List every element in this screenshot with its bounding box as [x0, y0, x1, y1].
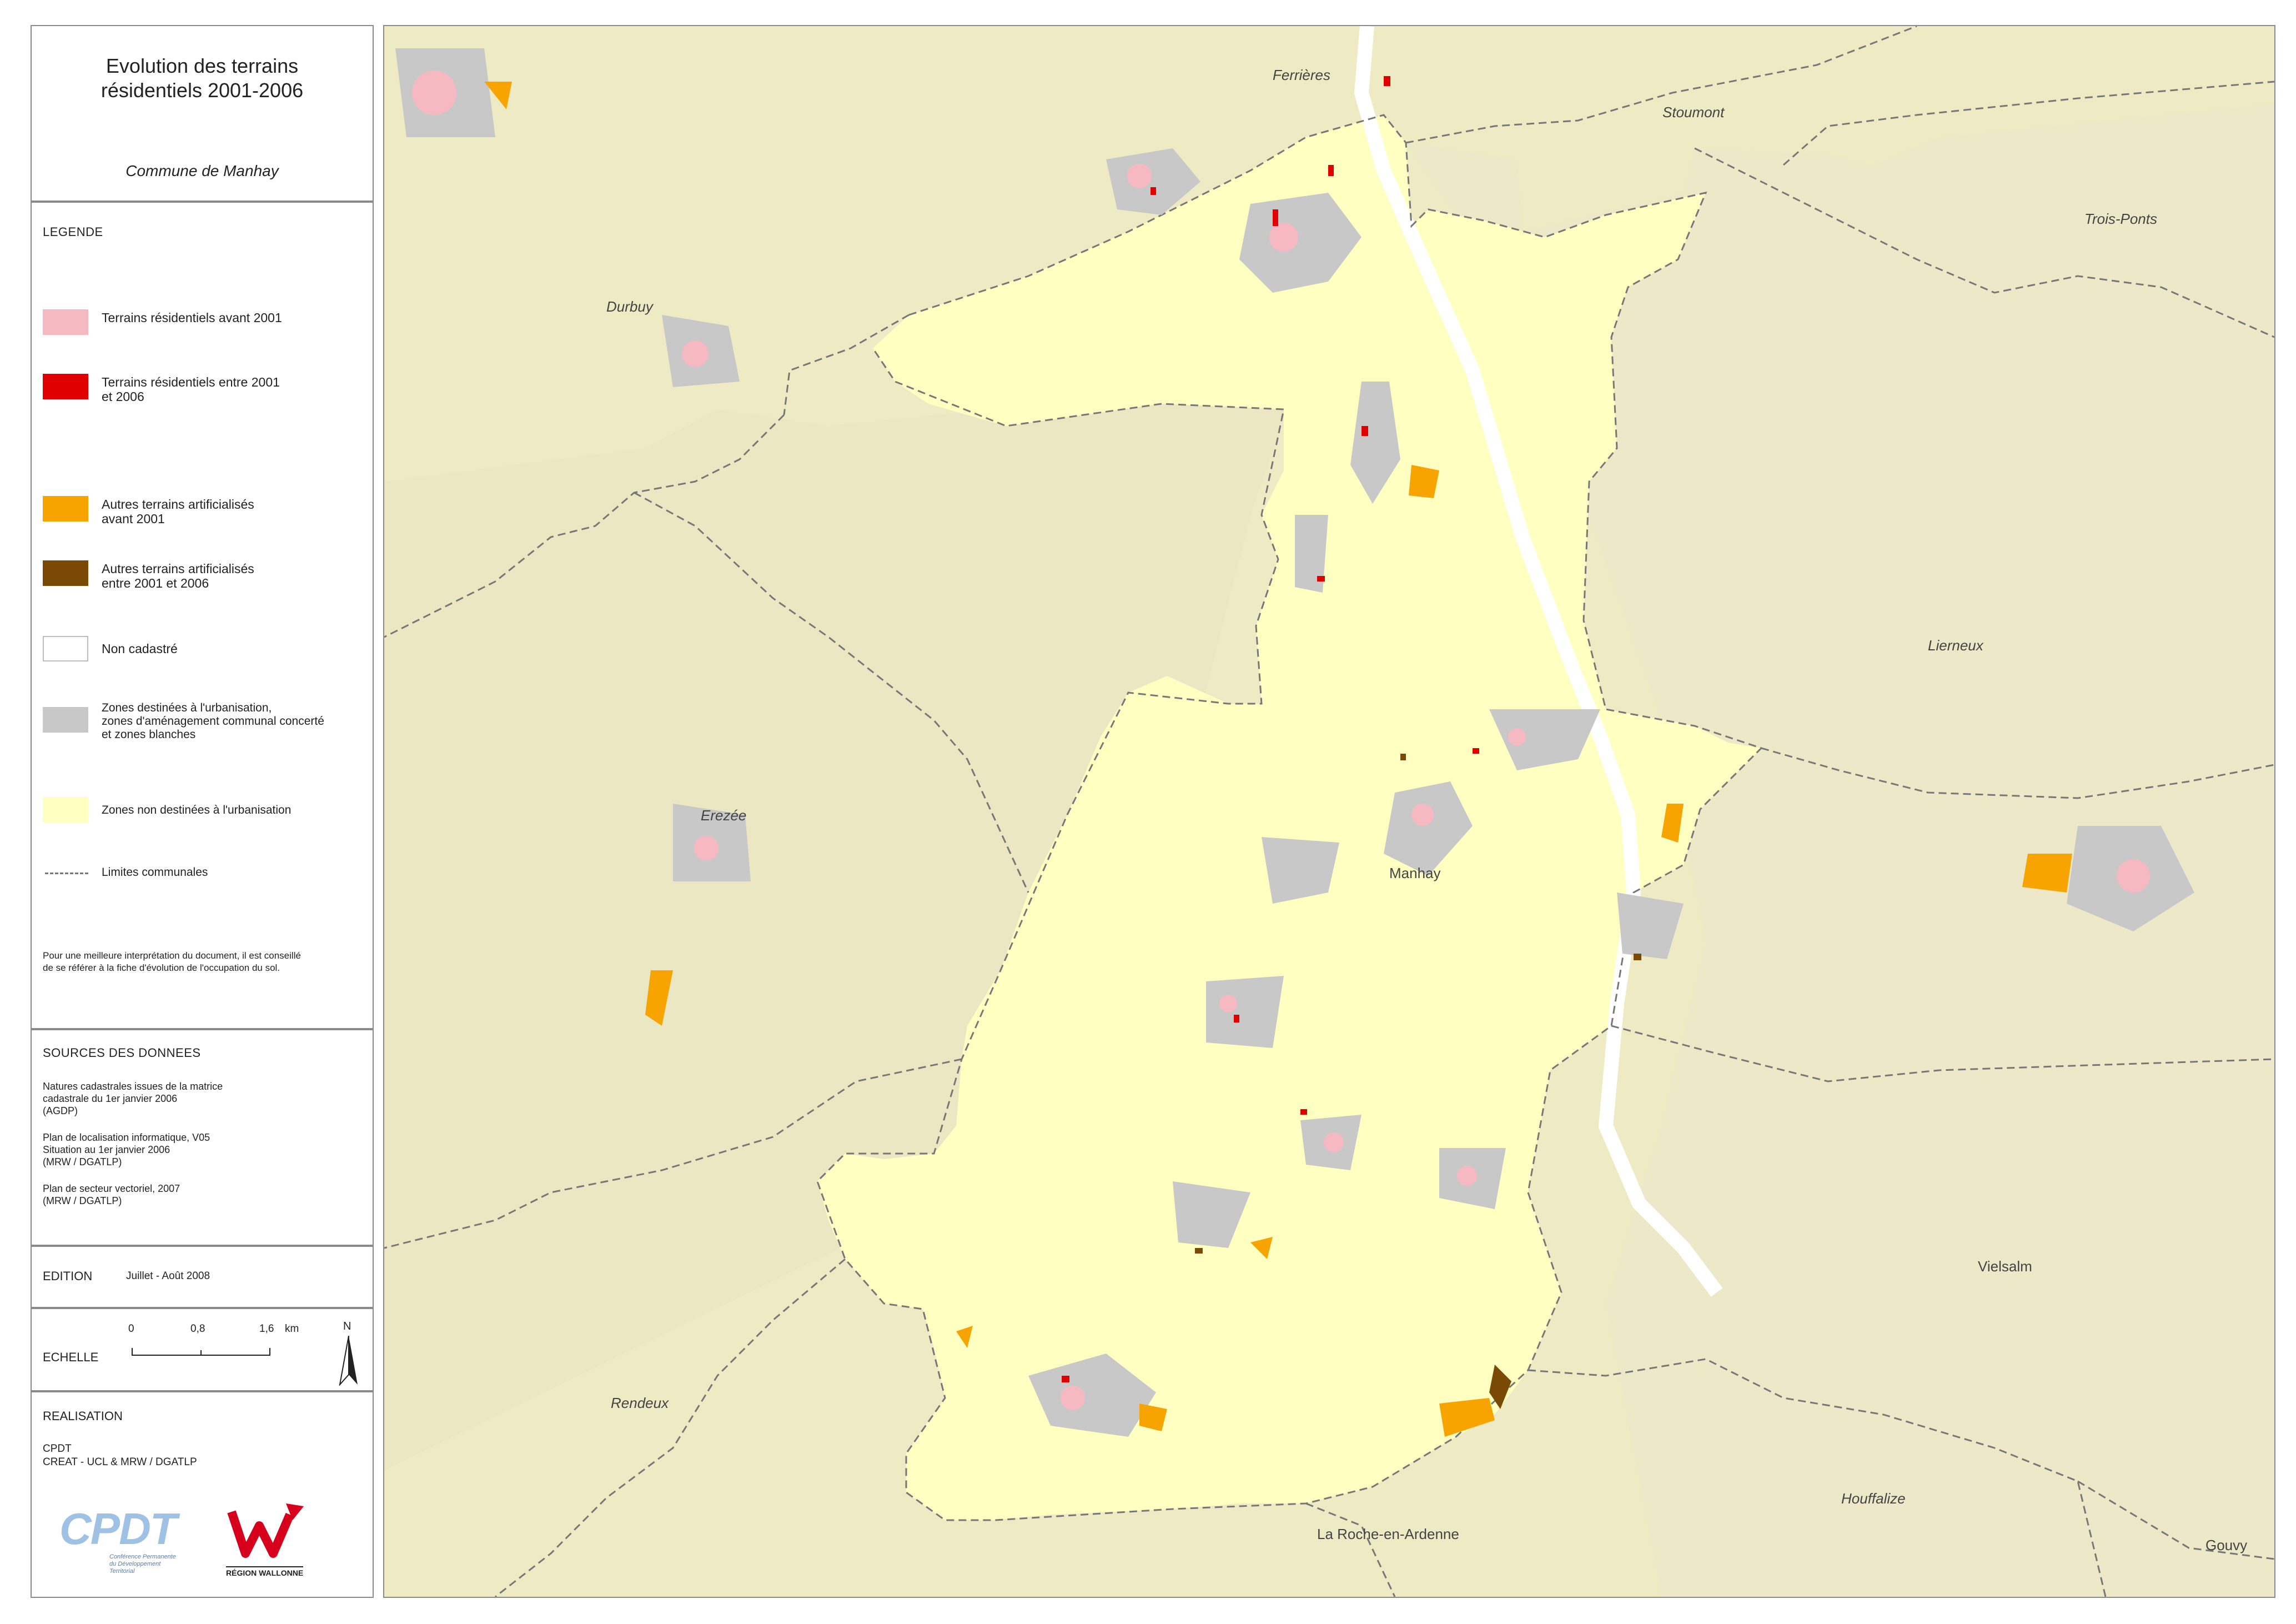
north-arrow-icon: N	[334, 1320, 362, 1387]
place-stoumont: Stoumont	[1662, 104, 1725, 121]
legend-item-other-before: Autres terrains artificialisés avant 200…	[43, 496, 370, 529]
swatch-resid-before	[43, 309, 88, 335]
map-frame[interactable]: Ferrières Stoumont Trois-Ponts Durbuy Li…	[383, 25, 2275, 1598]
place-manhay: Manhay	[1389, 865, 1441, 881]
map-title-line2: résidentiels 2001-2006	[101, 79, 304, 102]
legend-box: LEGENDE Terrains résidentiels avant 2001…	[31, 202, 374, 1029]
scale-bar	[132, 1348, 270, 1356]
legend-item-resid-before: Terrains résidentiels avant 2001	[43, 309, 370, 343]
place-ferrieres: Ferrières	[1273, 67, 1331, 83]
scale-label: ECHELLE	[43, 1350, 99, 1364]
sources-box: SOURCES DES DONNEES Natures cadastrales …	[31, 1029, 374, 1246]
commune-name: Commune de Manhay	[125, 162, 279, 179]
place-gouvy: Gouvy	[2205, 1537, 2248, 1553]
scale-tick-1: 0,8	[190, 1323, 205, 1335]
scale-tick-2: 1,6	[259, 1323, 274, 1335]
source-block: Natures cadastrales issues de la matrice…	[43, 1081, 223, 1116]
cpdt-logo: CPDT Conférence Permanente du Développem…	[59, 1504, 177, 1575]
source-block: Plan de localisation informatique, V05 S…	[43, 1132, 210, 1167]
swatch-other-before	[43, 496, 88, 522]
place-trois-ponts: Trois-Ponts	[2084, 210, 2157, 227]
scale-box: ECHELLE 0 0,8 1,6 km N	[31, 1308, 374, 1391]
legend-label: Terrains résidentiels avant 2001	[102, 310, 282, 325]
legend-item-resid-new: Terrains résidentiels entre 2001 et 2006	[43, 374, 370, 407]
legend-item-non-urban-zone: Zones non destinées à l'urbanisation	[43, 797, 370, 830]
legend-label: Zones non destinées à l'urbanisation	[102, 804, 292, 816]
map-title-line1: Evolution des terrains	[105, 54, 299, 77]
legend-label: Limites communales	[102, 866, 208, 879]
swatch-other-new	[43, 560, 88, 586]
legend-item-non-cadastre: Non cadastré	[43, 636, 370, 669]
place-lierneux: Lierneux	[1928, 637, 1983, 654]
edition-value: Juillet - Août 2008	[126, 1270, 210, 1282]
legend-note: Pour une meilleure interprétation du doc…	[43, 950, 301, 973]
region-wallonne-logo: RÉGION WALLONNE	[220, 1501, 315, 1584]
scale-unit: km	[285, 1323, 299, 1335]
legend-header: LEGENDE	[43, 225, 103, 239]
source-block: Plan de secteur vectoriel, 2007 (MRW / D…	[43, 1183, 180, 1206]
place-houffalize: Houffalize	[1841, 1490, 1906, 1507]
place-la-roche-en-ardenne: La Roche-en-Ardenne	[1317, 1526, 1459, 1542]
legend-label: Autres terrains artificialisés entre 200…	[102, 562, 254, 590]
legend-label: Autres terrains artificialisés avant 200…	[102, 497, 254, 526]
swatch-boundary	[45, 873, 88, 874]
sources-header: SOURCES DES DONNEES	[43, 1046, 201, 1060]
legend-label: Zones destinées à l'urbanisation, zones …	[102, 701, 324, 741]
swatch-non-urban-zone	[43, 797, 88, 823]
place-vielsalm: Vielsalm	[1978, 1258, 2032, 1275]
place-erezee: Erezée	[701, 807, 747, 824]
realisation-box: REALISATION CPDT CREAT - UCL & MRW / DGA…	[31, 1391, 374, 1598]
edition-box: EDITION Juillet - Août 2008	[31, 1246, 374, 1308]
legend-item-other-new: Autres terrains artificialisés entre 200…	[43, 560, 370, 594]
scale-tick-0: 0	[128, 1323, 134, 1335]
legend-label: Non cadastré	[102, 641, 178, 656]
realisation-label: REALISATION	[43, 1409, 123, 1423]
swatch-non-cadastre	[43, 636, 88, 661]
map-title: Evolution des terrains résidentiels 2001…	[32, 54, 373, 103]
place-durbuy: Durbuy	[606, 298, 653, 315]
realisation-line1: CPDT	[43, 1443, 72, 1455]
edition-label: EDITION	[43, 1269, 93, 1283]
legend-item-boundary: Limites communales	[43, 860, 370, 894]
title-box: Evolution des terrains résidentiels 2001…	[31, 25, 374, 202]
place-rendeux: Rendeux	[611, 1395, 669, 1411]
swatch-resid-new	[43, 374, 88, 399]
realisation-line2: CREAT - UCL & MRW / DGATLP	[43, 1456, 197, 1468]
swatch-urban-zone	[43, 707, 88, 733]
legend-panel: Evolution des terrains résidentiels 2001…	[31, 25, 375, 1598]
legend-item-urban-zone: Zones destinées à l'urbanisation, zones …	[43, 700, 370, 741]
legend-label: Terrains résidentiels entre 2001 et 2006	[102, 375, 280, 404]
map-canvas	[384, 26, 2274, 1597]
